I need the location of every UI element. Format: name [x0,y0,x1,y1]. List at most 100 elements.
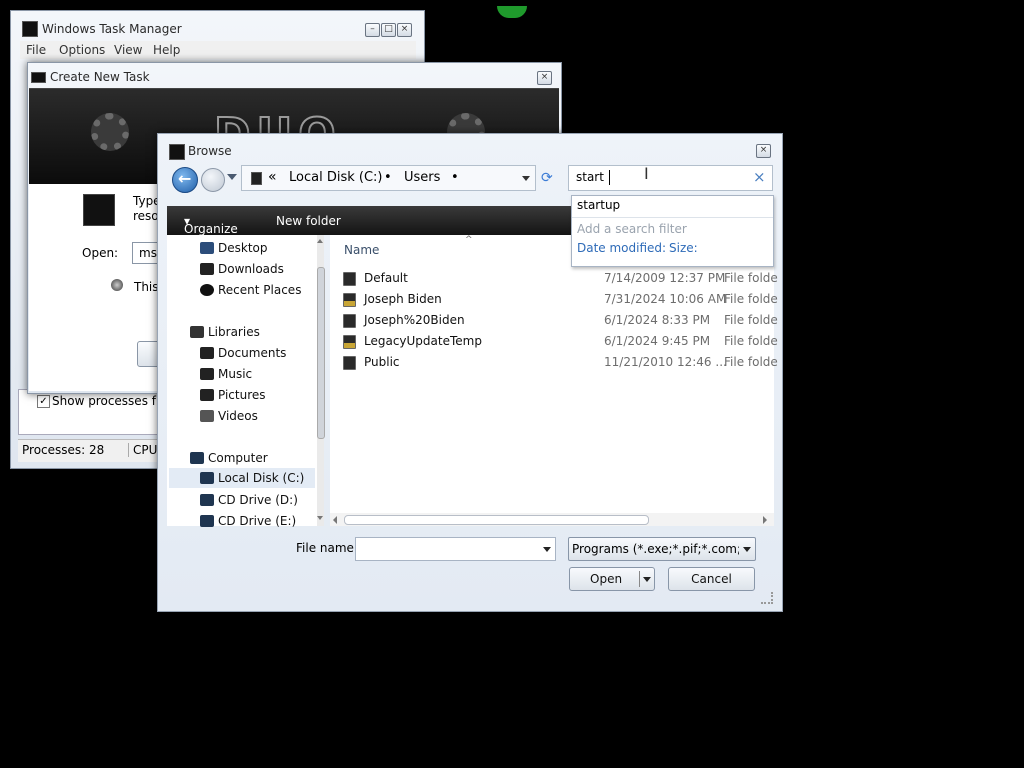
nav-cd-drive-e-label: CD Drive (E:) [218,514,297,528]
file-date-modified: 6/1/2024 9:45 PM [604,334,711,348]
nav-recent-places-label: Recent Places [218,283,302,297]
create-task-close-button[interactable]: × [537,71,552,85]
show-processes-checkbox[interactable]: ✓ [37,395,50,408]
create-task-app-icon [31,72,46,83]
run-icon [83,194,115,226]
file-date-modified: 11/21/2010 12:46 ... [604,355,727,369]
nav-documents[interactable]: Documents [200,344,287,362]
scroll-thumb[interactable] [317,267,325,439]
nav-recent-places[interactable]: Recent Places [200,281,302,299]
breadcrumb-separator-2[interactable]: • [451,170,459,185]
filter-size[interactable]: Size: [669,241,698,255]
resize-grip-icon[interactable] [761,592,773,604]
search-suggestions: startup Add a search filter Date modifie… [571,195,774,267]
menu-options[interactable]: Options [59,43,105,57]
navigation-scrollbar[interactable] [317,235,325,526]
organize-button[interactable]: Organize ▾ [184,214,238,236]
pictures-icon [200,389,214,401]
maximize-button[interactable]: □ [381,23,396,37]
file-type: File folde [724,355,778,369]
file-date-modified: 7/31/2024 10:06 AM [604,292,727,306]
nav-downloads[interactable]: Downloads [200,260,284,278]
file-row[interactable]: LegacyUpdateTemp 6/1/2024 9:45 PM File fol… [330,331,778,351]
desktop-indicator-icon [497,6,527,18]
filter-date-modified[interactable]: Date modified: [577,241,666,255]
file-date-modified: 7/14/2009 12:37 PM [604,271,726,285]
back-button[interactable]: ← [172,167,198,193]
file-name: Joseph Biden [364,292,442,306]
cancel-button[interactable]: Cancel [668,567,755,591]
new-folder-button[interactable]: New folder [276,214,341,228]
open-options-dropdown-icon[interactable] [643,577,651,582]
forward-button[interactable] [201,168,225,192]
open-button-label: Open [590,572,623,586]
close-button[interactable]: × [397,23,412,37]
nav-videos[interactable]: Videos [200,407,258,425]
column-name-label: Name [344,243,380,257]
address-dropdown-icon[interactable] [522,176,530,181]
scroll-left-icon[interactable] [333,516,337,524]
menu-view[interactable]: View [114,43,142,57]
nav-cd-drive-e[interactable]: CD Drive (E:) [200,512,297,530]
file-row[interactable]: Default 7/14/2009 12:37 PM File folde [330,268,778,288]
column-header-name[interactable]: Name [344,243,379,257]
videos-icon [200,410,214,422]
recent-pages-dropdown-icon[interactable] [227,174,237,180]
search-box[interactable]: start × [568,165,773,191]
downloads-icon [200,263,214,275]
hscroll-thumb[interactable] [344,515,649,525]
nav-computer[interactable]: Computer [190,449,268,467]
nav-music[interactable]: Music [200,365,252,383]
nav-documents-label: Documents [218,346,287,360]
nav-local-disk-selected[interactable]: Local Disk (C:) [169,468,315,488]
minimize-button[interactable]: – [365,23,380,37]
filename-dropdown-icon[interactable] [543,547,551,552]
filetype-select[interactable]: Programs (*.exe;*.pif;*.com;*.ba [568,537,756,561]
breadcrumb-local-disk[interactable]: Local Disk (C:) [289,170,382,185]
nav-local-disk-label: Local Disk (C:) [218,471,305,485]
task-manager-title: Windows Task Manager [42,22,182,36]
navigation-pane: Desktop Downloads Recent Places Librarie… [167,235,325,528]
nav-libraries[interactable]: Libraries [190,323,260,341]
open-split-divider [639,571,640,587]
task-manager-app-icon [22,21,38,37]
breadcrumb-users[interactable]: Users [404,170,440,185]
nav-pictures[interactable]: Pictures [200,386,266,404]
desktop-icon [200,242,214,254]
browse-close-button[interactable]: × [756,144,771,158]
horizontal-scrollbar[interactable] [330,513,774,526]
nav-cd-drive-d[interactable]: CD Drive (D:) [200,491,298,509]
breadcrumb-separator-1[interactable]: • [384,170,392,185]
cd-drive-icon [200,515,214,527]
search-input-value[interactable]: start [576,170,604,184]
organize-label: Organize [184,222,238,236]
folder-icon [343,335,356,349]
file-row[interactable]: Joseph Biden 7/31/2024 10:06 AM File folde [330,289,778,309]
refresh-icon[interactable]: ⟳ [541,170,553,186]
breadcrumb-overflow[interactable]: « [268,169,277,185]
file-name: Joseph%20Biden [364,313,465,327]
menu-help[interactable]: Help [153,43,180,57]
filename-input[interactable] [355,537,556,561]
nav-desktop[interactable]: Desktop [200,239,268,257]
search-clear-icon[interactable]: × [753,168,766,186]
file-type: File folde [724,334,778,348]
documents-icon [200,347,214,359]
file-date-modified: 6/1/2024 8:33 PM [604,313,711,327]
scroll-down-icon[interactable] [317,516,323,520]
menu-file[interactable]: File [26,43,46,57]
this-text: This [134,280,159,294]
filetype-dropdown-icon [743,547,751,552]
address-bar[interactable]: « Local Disk (C:) • Users • [241,165,536,191]
scroll-right-icon[interactable] [763,516,767,524]
file-row[interactable]: Public 11/21/2010 12:46 ... File folde [330,352,778,372]
scroll-up-icon[interactable] [317,239,323,243]
browse-title: Browse [188,144,232,158]
music-icon [200,368,214,380]
suggestion-startup[interactable]: startup [577,198,620,212]
nav-pictures-label: Pictures [218,388,266,402]
shield-icon [111,279,123,291]
nav-cd-drive-d-label: CD Drive (D:) [218,493,298,507]
file-row[interactable]: Joseph%20Biden 6/1/2024 8:33 PM File folde [330,310,778,330]
open-button[interactable]: Open [569,567,655,591]
